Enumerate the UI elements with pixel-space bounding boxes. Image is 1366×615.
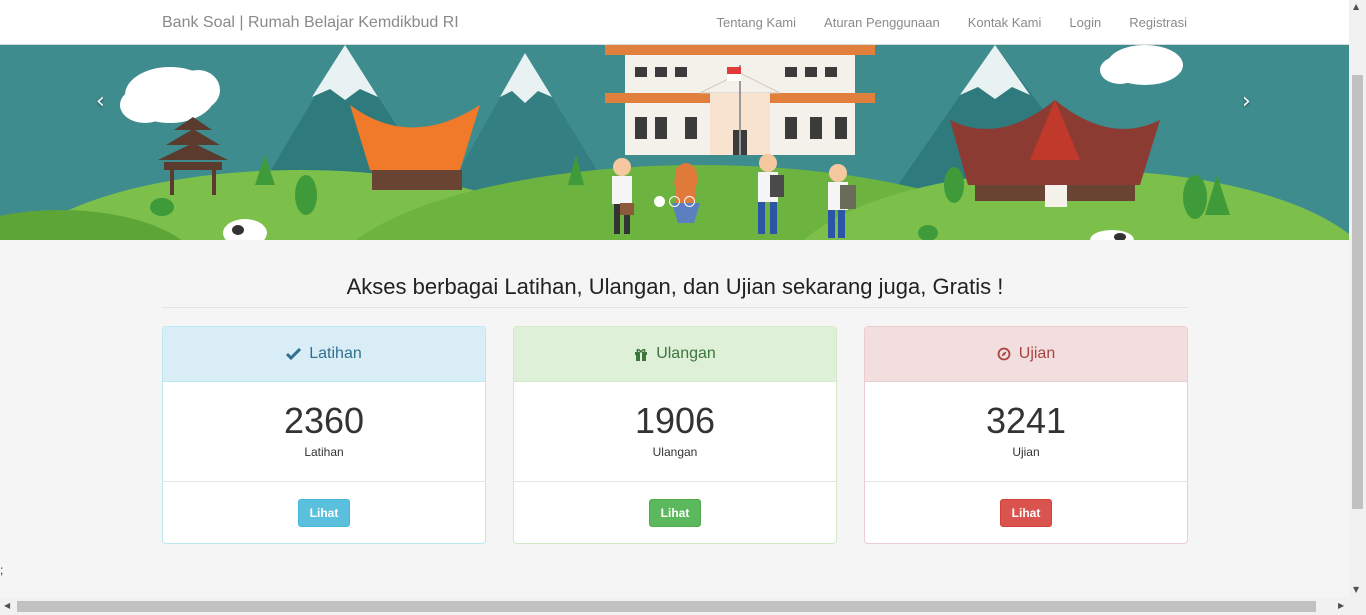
hero-carousel: ‹ › [0,45,1349,240]
ujian-count: 3241 [985,400,1067,441]
vertical-scroll-thumb[interactable] [1352,75,1363,509]
ulangan-count-label: Ulangan [652,445,698,459]
panel-ulangan-body: 1906 Ulangan [514,382,836,482]
top-navbar: Bank Soal | Rumah Belajar Kemdikbud RI T… [0,0,1349,45]
scroll-down-icon[interactable]: ▼ [1353,585,1359,594]
carousel-indicators [654,196,695,207]
horizontal-scroll-thumb[interactable] [17,601,1316,612]
latihan-lihat-button[interactable]: Lihat [297,499,351,527]
panel-ujian-header: Ujian [865,327,1187,382]
nav-link-tentang-kami[interactable]: Tentang Kami [717,15,797,30]
ulangan-lihat-button[interactable]: Lihat [648,499,702,527]
panel-ujian-title: Ujian [1018,345,1056,362]
stray-semicolon: ; [0,563,4,577]
panel-latihan-title: Latihan [309,345,362,362]
panel-ulangan-footer: Lihat [514,482,836,543]
scroll-up-icon[interactable]: ▲ [1353,2,1359,11]
page-headline: Akses berbagai Latihan, Ulangan, dan Uji… [346,274,1004,299]
panel-latihan-footer: Lihat [163,482,485,543]
brand-title[interactable]: Bank Soal | Rumah Belajar Kemdikbud RI [162,14,459,32]
ujian-lihat-button[interactable]: Lihat [999,499,1053,527]
carousel-indicator-1[interactable] [654,196,665,207]
panel-ulangan-header: Ulangan [514,327,836,382]
vertical-scrollbar[interactable]: ▲ ▼ [1349,0,1366,598]
ujian-count-label: Ujian [1012,445,1040,459]
panel-ujian-body: 3241 Ujian [865,382,1187,482]
panel-latihan-header: Latihan [163,327,485,382]
banner-illustration [0,45,1349,240]
carousel-prev-button[interactable]: ‹ [96,89,105,114]
nav-link-registrasi[interactable]: Registrasi [1129,15,1187,30]
scroll-left-icon[interactable]: ◀ [4,601,10,610]
headline-divider [162,307,1188,308]
check-icon [286,348,302,360]
carousel-indicator-2[interactable] [669,196,680,207]
carousel-next-button[interactable]: › [1242,89,1251,114]
latihan-count: 2360 [283,400,365,441]
panel-latihan-body: 2360 Latihan [163,382,485,482]
carousel-indicator-3[interactable] [684,196,695,207]
nav-link-aturan-penggunaan[interactable]: Aturan Penggunaan [824,15,940,30]
panel-ujian-footer: Lihat [865,482,1187,543]
panel-ulangan-title: Ulangan [656,345,716,362]
nav-links: Tentang Kami Aturan Penggunaan Kontak Ka… [689,15,1187,30]
compass-icon [997,347,1011,361]
nav-link-login[interactable]: Login [1069,15,1101,30]
latihan-count-label: Latihan [304,445,344,459]
panel-latihan: Latihan 2360 Latihan Lihat [162,326,486,544]
scroll-right-icon[interactable]: ▶ [1338,601,1344,610]
ulangan-count: 1906 [634,400,716,441]
panel-ulangan: Ulangan 1906 Ulangan Lihat [513,326,837,544]
horizontal-scrollbar[interactable]: ◀ ▶ [0,598,1366,615]
gift-icon [634,348,648,361]
panel-ujian: Ujian 3241 Ujian Lihat [864,326,1188,544]
nav-link-kontak-kami[interactable]: Kontak Kami [968,15,1042,30]
